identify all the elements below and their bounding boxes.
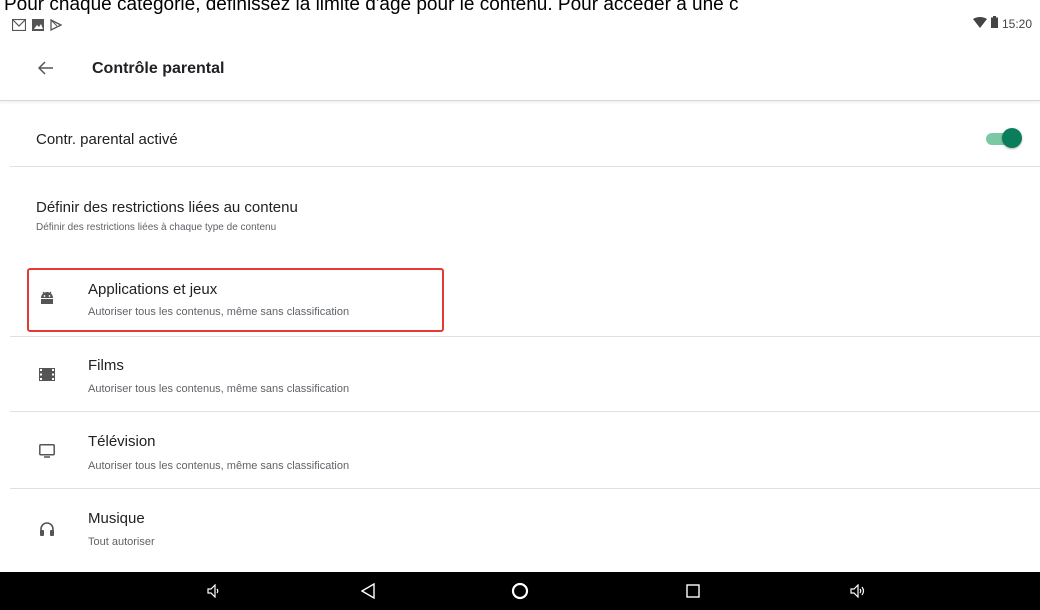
category-subtitle: Tout autoriser — [88, 536, 155, 548]
category-music[interactable]: Musique Tout autoriser — [10, 489, 1040, 569]
category-title: Films — [88, 357, 124, 374]
tv-icon — [36, 440, 58, 462]
status-bar: 15:20 — [0, 14, 1040, 36]
restrictions-row[interactable]: Définir des restrictions liées au conten… — [10, 167, 1040, 257]
parental-toggle-label: Contr. parental activé — [36, 131, 178, 148]
category-title: Musique — [88, 510, 145, 527]
film-icon — [36, 363, 58, 385]
page-title: Contrôle parental — [92, 60, 225, 77]
battery-icon — [990, 16, 998, 31]
category-subtitle: Autoriser tous les contenus, même sans c… — [88, 306, 350, 318]
parental-control-switch[interactable] — [986, 128, 1022, 148]
volume-down-icon[interactable] — [201, 578, 227, 604]
home-circle-icon[interactable] — [507, 578, 533, 604]
play-store-icon — [50, 18, 63, 36]
restrictions-title: Définir des restrictions liées au conten… — [36, 199, 298, 216]
category-apps-games[interactable]: Applications et jeux Autoriser tous les … — [10, 258, 1040, 337]
image-icon — [32, 18, 44, 36]
category-television[interactable]: Télévision Autoriser tous les contenus, … — [10, 412, 1040, 489]
category-title: Télévision — [88, 433, 156, 450]
category-films[interactable]: Films Autoriser tous les contenus, même … — [10, 337, 1040, 412]
headphones-icon — [36, 517, 58, 539]
arrow-left-icon — [37, 60, 54, 80]
android-icon — [36, 287, 58, 309]
restrictions-subtitle: Définir des restrictions liées à chaque … — [36, 222, 277, 233]
recents-square-icon[interactable] — [680, 578, 706, 604]
switch-thumb — [1002, 128, 1022, 148]
navigation-bar — [0, 572, 1040, 610]
category-subtitle: Autoriser tous les contenus, même sans c… — [88, 460, 350, 472]
status-time: 15:20 — [1001, 16, 1032, 31]
wifi-icon — [972, 16, 987, 31]
category-subtitle: Autoriser tous les contenus, même sans c… — [88, 383, 350, 395]
app-bar: Contrôle parental — [0, 40, 1040, 101]
gmail-icon — [11, 18, 27, 36]
back-triangle-icon[interactable] — [355, 578, 381, 604]
parental-toggle-row[interactable]: Contr. parental activé — [10, 102, 1040, 167]
volume-up-icon[interactable] — [845, 578, 871, 604]
back-button[interactable] — [30, 54, 62, 86]
category-title: Applications et jeux — [88, 281, 218, 298]
